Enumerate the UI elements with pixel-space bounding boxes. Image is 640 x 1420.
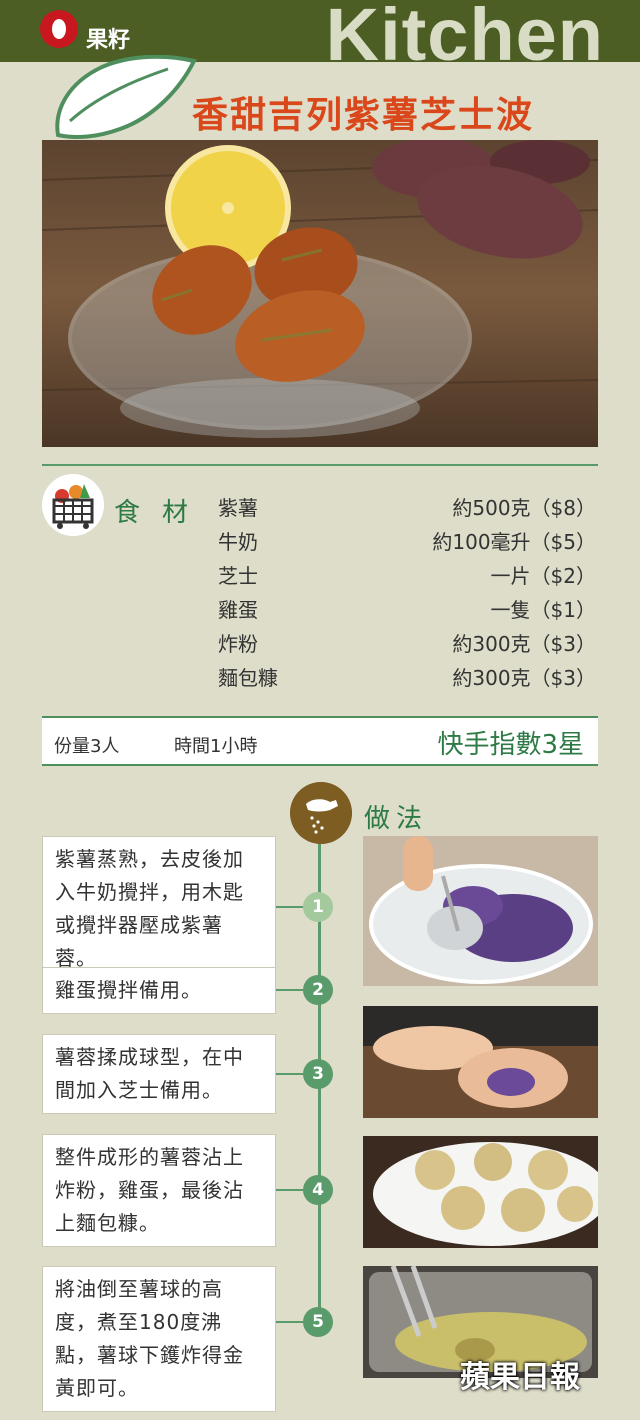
ingredient-row: 麵包糠 約300克（$3） xyxy=(218,662,596,692)
seasoning-hand-icon xyxy=(290,782,352,844)
step-text-3: 薯蓉揉成球型，在中間加入芝士備用。 xyxy=(42,1034,276,1114)
ingredient-name: 炸粉 xyxy=(218,632,258,656)
ingredient-name: 牛奶 xyxy=(218,530,258,554)
ingredient-row: 炸粉 約300克（$3） xyxy=(218,628,596,658)
apple-logo-icon xyxy=(40,10,78,48)
ingredient-row: 雞蛋 一隻（$1） xyxy=(218,594,596,624)
ingredient-qty: 約100毫升（$5） xyxy=(432,530,596,554)
step-photo-shaping xyxy=(363,1006,598,1118)
sweet-potato-icon xyxy=(55,55,197,139)
step-number-4: 4 xyxy=(303,1175,333,1205)
ingredient-qty: 約300克（$3） xyxy=(452,632,596,656)
section-title: Kitchen xyxy=(325,0,604,76)
step-text-1: 紫薯蒸熟，去皮後加入牛奶攪拌，用木匙或攪拌器壓成紫薯蓉。 xyxy=(42,836,276,982)
ingredient-qty: 約300克（$3） xyxy=(452,666,596,690)
dish-photo xyxy=(42,140,598,447)
ingredients-label: 食材 xyxy=(114,498,211,528)
step-number-1: 1 xyxy=(303,892,333,922)
ingredient-qty: 約500克（$8） xyxy=(452,496,596,520)
step-number-5: 5 xyxy=(303,1307,333,1337)
brand-name: 果籽 xyxy=(86,28,131,53)
recipe-info-bar: 份量3人 時間1小時 快手指數3星 xyxy=(42,716,598,766)
servings: 份量3人 xyxy=(54,736,120,757)
ingredient-name: 紫薯 xyxy=(218,496,258,520)
source-watermark: 蘋果日報 xyxy=(460,1360,580,1395)
ingredient-qty: 一隻（$1） xyxy=(490,598,596,622)
step-text-4: 整件成形的薯蓉沾上炸粉，雞蛋，最後沾上麵包糠。 xyxy=(42,1134,276,1247)
quick-index: 快手指數3星 xyxy=(437,730,584,760)
ingredient-qty: 一片（$2） xyxy=(490,564,596,588)
method-label: 做法 xyxy=(364,804,429,834)
ingredient-name: 芝士 xyxy=(218,564,258,588)
step-text-5: 將油倒至薯球的高度，煮至180度沸點，薯球下鑊炸得金黃即可。 xyxy=(42,1266,276,1412)
ingredient-row: 牛奶 約100毫升（$5） xyxy=(218,526,596,556)
ingredient-name: 麵包糠 xyxy=(218,666,278,690)
step-photo-coating xyxy=(363,1136,598,1248)
ingredient-row: 紫薯 約500克（$8） xyxy=(218,492,596,522)
step-text-2: 雞蛋攪拌備用。 xyxy=(42,967,276,1014)
step-photo-mashing xyxy=(363,836,598,986)
section-divider xyxy=(42,464,598,466)
ingredient-name: 雞蛋 xyxy=(218,598,258,622)
step-number-2: 2 xyxy=(303,975,333,1005)
step-number-3: 3 xyxy=(303,1059,333,1089)
header-bar: 果籽 Kitchen xyxy=(0,0,640,72)
recipe-title: 香甜吉列紫薯芝士波 xyxy=(192,95,535,136)
cook-time: 時間1小時 xyxy=(174,736,258,757)
ingredient-row: 芝士 一片（$2） xyxy=(218,560,596,590)
basket-icon xyxy=(42,474,104,536)
